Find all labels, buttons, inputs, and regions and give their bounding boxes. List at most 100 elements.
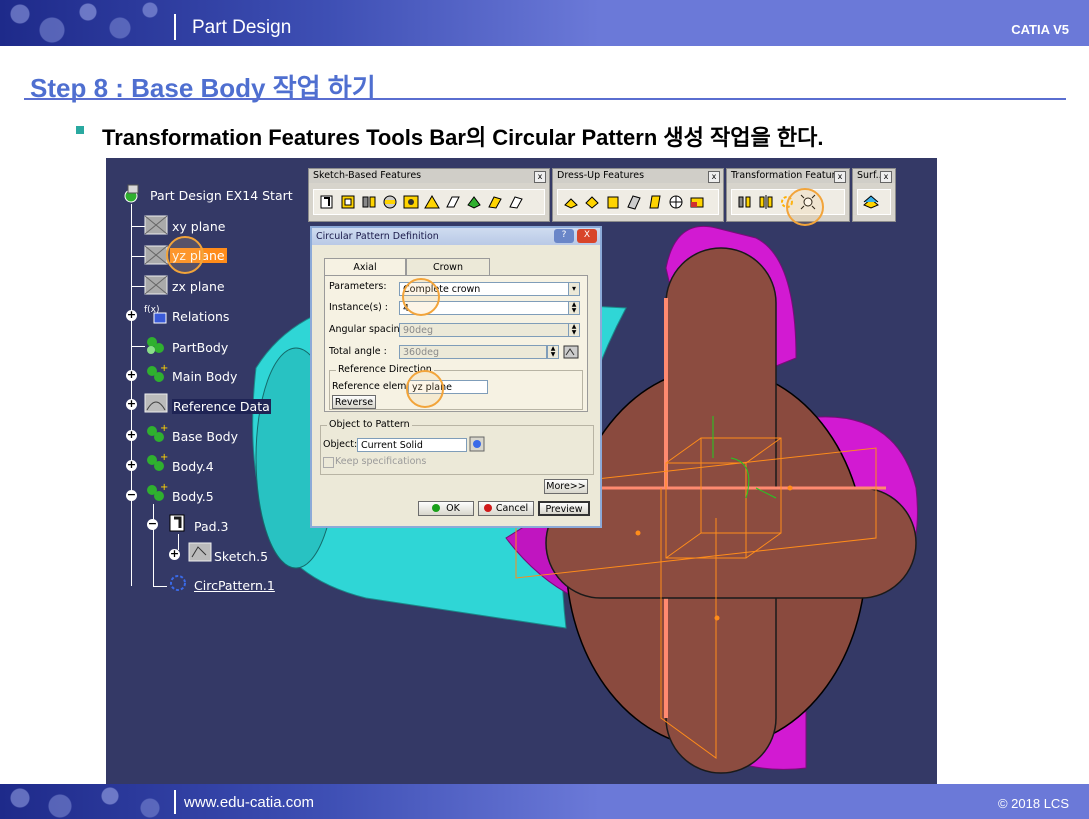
tree-item-body-5[interactable]: Body.5 [172, 489, 214, 504]
toolbar-close-button[interactable]: x [880, 171, 892, 183]
website-link[interactable]: www.edu-catia.com [184, 794, 314, 811]
stiffener-icon[interactable] [465, 193, 483, 211]
highlight-circle [402, 278, 440, 316]
tree-item-xy-plane[interactable]: xy plane [172, 219, 225, 234]
expand-toggle[interactable]: + [126, 309, 137, 321]
tab-crown-definition[interactable]: Crown Definition [406, 258, 490, 290]
mirror-icon[interactable] [757, 193, 775, 211]
expand-toggle[interactable]: + [126, 369, 137, 381]
keep-specifications-checkbox[interactable] [323, 457, 334, 468]
fillet-icon[interactable] [562, 193, 580, 211]
catia-screenshot: Part Design EX14 Start xy plane yz plane… [106, 158, 937, 785]
object-selector-icon[interactable] [469, 436, 485, 452]
tree-item-main-body[interactable]: Main Body [172, 369, 237, 384]
chamfer-icon[interactable] [583, 193, 601, 211]
brand-label: CATIA V5 [1011, 22, 1069, 37]
close-button[interactable]: X [577, 229, 597, 243]
slide-footer: www.edu-catia.com © 2018 LCS [0, 784, 1089, 819]
slot-icon[interactable] [444, 193, 462, 211]
tree-item-reference-data[interactable]: Reference Data [172, 399, 271, 414]
cancel-button[interactable]: Cancel [478, 501, 534, 516]
svg-text:+: + [160, 423, 168, 434]
expand-toggle[interactable]: + [126, 429, 137, 441]
tree-item-relations[interactable]: Relations [172, 309, 229, 324]
instances-label: Instance(s) : [329, 302, 388, 313]
relations-icon: f(x) [144, 305, 167, 324]
more-button[interactable]: More>> [544, 479, 588, 494]
expand-toggle[interactable]: + [126, 459, 137, 471]
object-label: Object: [323, 439, 358, 450]
chevron-down-icon[interactable]: ▾ [568, 282, 580, 296]
body-icon: + [147, 482, 168, 501]
tree-item-partbody[interactable]: PartBody [172, 340, 228, 355]
ok-button[interactable]: OK [418, 501, 474, 516]
tree-item-body-4[interactable]: Body.4 [172, 459, 214, 474]
loft-icon[interactable] [486, 193, 504, 211]
body-icon: + [147, 452, 168, 471]
toolbar-title: Dress-Up Features [553, 169, 723, 183]
tab-axial-reference[interactable]: Axial Reference [324, 258, 406, 290]
toolbar-dress-up-features: Dress-Up Features x [552, 168, 724, 222]
circular-pattern-icon [170, 575, 186, 591]
parameters-label: Parameters: [329, 281, 387, 292]
copyright-text: © 2018 LCS [997, 796, 1069, 811]
tree-branch [131, 226, 145, 227]
dialog-title-bar: Circular Pattern Definition ? X [312, 228, 600, 245]
removed-loft-icon[interactable] [507, 193, 525, 211]
translation-icon[interactable] [736, 193, 754, 211]
tree-item-zx-plane[interactable]: zx plane [172, 279, 225, 294]
expand-toggle[interactable]: + [126, 398, 137, 410]
remove-face-icon[interactable] [688, 193, 706, 211]
pocket-icon[interactable] [339, 193, 357, 211]
tree-root[interactable]: Part Design EX14 Start [150, 188, 293, 203]
title-underline [24, 98, 1066, 100]
toolbar-title: Sketch-Based Features [309, 169, 549, 183]
formula-icon[interactable] [562, 343, 580, 361]
tree-branch [131, 346, 145, 347]
object-field[interactable]: Current Solid [357, 438, 467, 452]
groove-icon[interactable] [381, 193, 399, 211]
toolbar-close-button[interactable]: x [834, 171, 846, 183]
geometrical-set-icon [144, 393, 168, 413]
thickness-icon[interactable] [646, 193, 664, 211]
help-button[interactable]: ? [554, 229, 574, 243]
collapse-toggle[interactable]: − [126, 489, 137, 501]
cancel-label: Cancel [495, 503, 529, 514]
toolbar-buttons [557, 189, 719, 215]
angular-spacing-spinner: ▲ ▼ [568, 323, 580, 337]
shaft-icon[interactable] [360, 193, 378, 211]
toolbar-close-button[interactable]: x [708, 171, 720, 183]
expand-toggle[interactable]: + [169, 548, 180, 560]
split-icon[interactable] [862, 193, 880, 211]
slide-header: Part Design CATIA V5 [0, 0, 1089, 46]
instances-spinner[interactable]: ▲ ▼ [568, 301, 580, 315]
angular-spacing-field: 90deg [399, 323, 569, 337]
tree-item-sketch-5[interactable]: Sketch.5 [214, 549, 268, 564]
tree-branch [131, 286, 145, 287]
preview-button[interactable]: Preview [538, 501, 590, 516]
object-to-pattern-title: Object to Pattern [327, 419, 412, 430]
collapse-toggle[interactable]: − [147, 518, 158, 530]
draft-icon[interactable] [604, 193, 622, 211]
tree-item-pad-3[interactable]: Pad.3 [194, 519, 229, 534]
tree-item-base-body[interactable]: Base Body [172, 429, 238, 444]
ok-icon [432, 504, 441, 512]
hole-icon[interactable] [402, 193, 420, 211]
sketch-icon [188, 542, 212, 562]
toolbar-buttons [313, 189, 545, 215]
toolbar-buttons [857, 189, 891, 215]
tree-item-circpattern-1[interactable]: CircPattern.1 [194, 578, 275, 593]
shell-icon[interactable] [625, 193, 643, 211]
reverse-button[interactable]: Reverse [332, 395, 376, 409]
tree-trunk [131, 204, 132, 586]
svg-text:+: + [160, 482, 168, 493]
keep-specifications-label: Keep specifications [335, 456, 427, 467]
highlight-circle [786, 188, 824, 226]
toolbar-surface-based-features: Surf... x [852, 168, 896, 222]
toolbar-close-button[interactable]: x [534, 171, 546, 183]
body-icon: + [147, 423, 168, 442]
section-title: Part Design [192, 17, 292, 38]
rib-icon[interactable] [423, 193, 441, 211]
pad-icon[interactable] [318, 193, 336, 211]
thread-icon[interactable] [667, 193, 685, 211]
